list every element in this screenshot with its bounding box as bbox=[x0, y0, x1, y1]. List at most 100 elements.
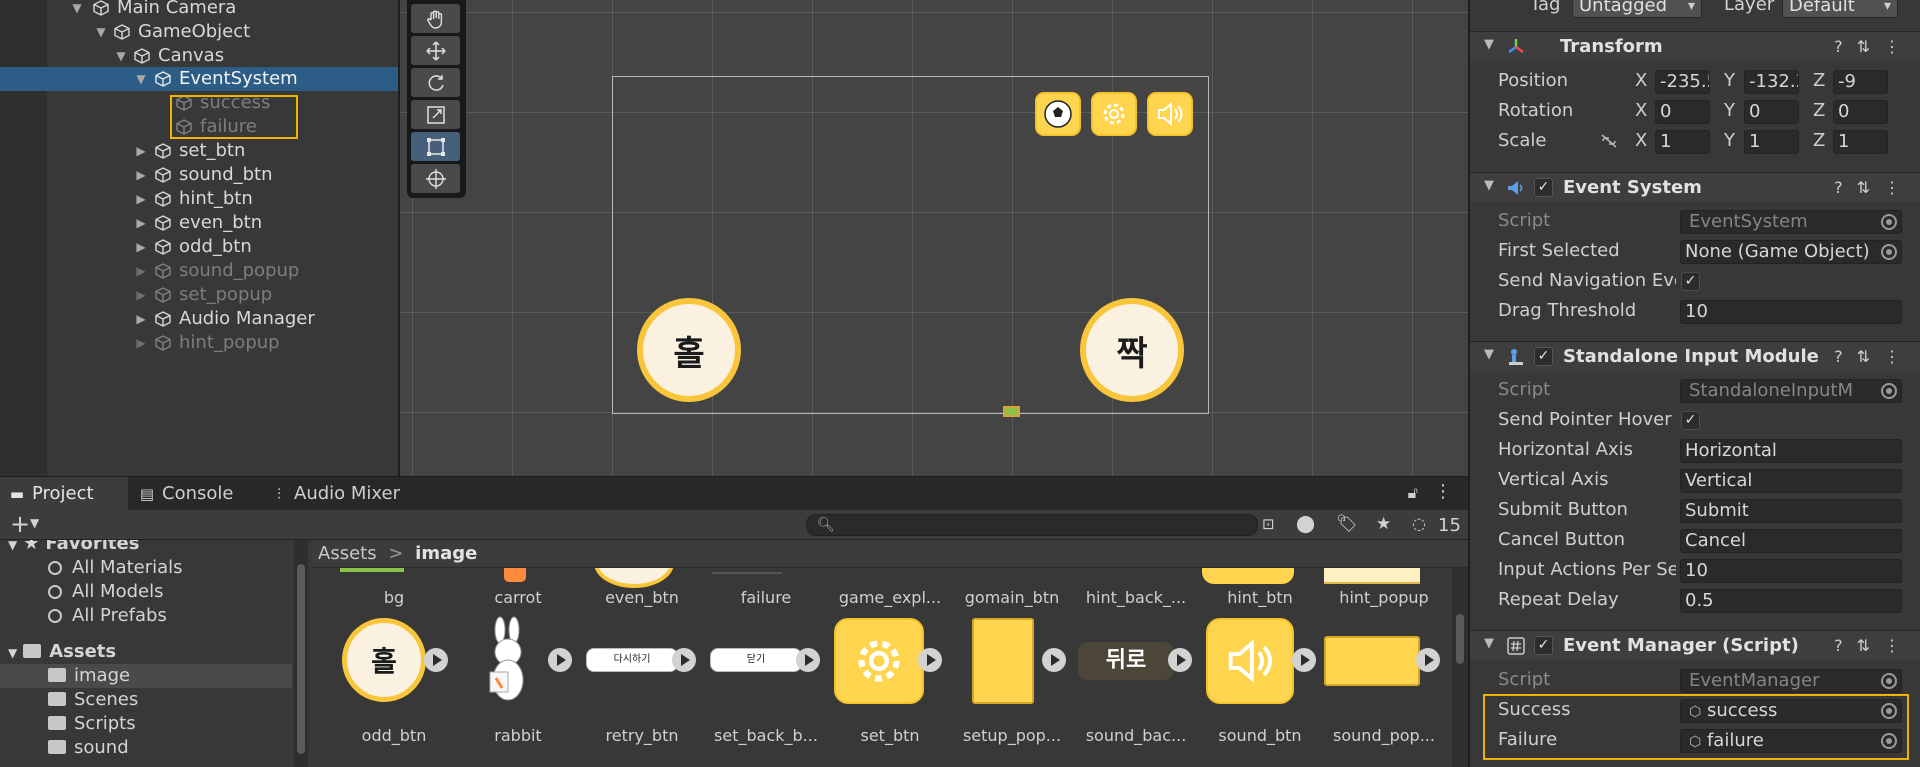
event-system-header[interactable]: ▼ ✓ Event System ? ⇅ ⋮ bbox=[1470, 172, 1920, 202]
fold-arrow-icon[interactable]: ▼ bbox=[1484, 636, 1494, 651]
asset-label[interactable]: sound_pop... bbox=[1324, 726, 1444, 745]
transform-tool-button[interactable] bbox=[411, 164, 460, 193]
asset-thumb-hint-btn[interactable] bbox=[1202, 568, 1294, 584]
asset-label[interactable]: sound_btn bbox=[1200, 726, 1320, 745]
hierarchy-item-hint-popup[interactable]: ▶ hint_popup bbox=[0, 331, 398, 355]
asset-thumb-set-back-btn[interactable]: 닫기 bbox=[710, 648, 802, 672]
position-x-field[interactable]: -235.5 bbox=[1655, 70, 1710, 94]
tab-console[interactable]: ▤ Console bbox=[130, 477, 260, 511]
folder-scripts[interactable]: Scripts bbox=[0, 712, 292, 736]
play-preview-icon[interactable] bbox=[796, 648, 820, 672]
help-icon[interactable]: ? bbox=[1834, 636, 1843, 655]
scene-soccer-button[interactable] bbox=[1035, 92, 1081, 136]
asset-thumb-failure[interactable] bbox=[712, 568, 782, 574]
send-navigation-checkbox[interactable]: ✓ bbox=[1681, 272, 1700, 291]
scale-z-field[interactable]: 1 bbox=[1833, 130, 1888, 154]
fold-arrow-icon[interactable]: ▼ bbox=[1484, 347, 1494, 362]
play-preview-icon[interactable] bbox=[1168, 648, 1192, 672]
scene-view[interactable]: 홀 짝 bbox=[400, 0, 1468, 476]
asset-thumb-sound-popup[interactable] bbox=[1324, 636, 1420, 686]
play-preview-icon[interactable] bbox=[1292, 648, 1316, 672]
fold-arrow-icon[interactable]: ▼ bbox=[1484, 37, 1494, 52]
kebab-menu-icon[interactable]: ⋮ bbox=[1884, 636, 1900, 655]
asset-label[interactable]: hint_btn bbox=[1200, 588, 1320, 607]
asset-thumb-odd-btn[interactable]: 홀 bbox=[342, 618, 426, 702]
standalone-input-header[interactable]: ▼ ✓ Standalone Input Module ? ⇅ ⋮ bbox=[1470, 341, 1920, 371]
help-icon[interactable]: ? bbox=[1834, 178, 1843, 197]
play-preview-icon[interactable] bbox=[424, 648, 448, 672]
hierarchy-item-set-popup[interactable]: ▶ set_popup bbox=[0, 283, 398, 307]
folder-tree-scrollbar[interactable] bbox=[294, 540, 308, 767]
scale-x-field[interactable]: 1 bbox=[1655, 130, 1710, 154]
asset-thumb-retry-btn[interactable]: 다시하기 bbox=[586, 648, 678, 672]
asset-label[interactable]: set_btn bbox=[830, 726, 950, 745]
breadcrumb-image[interactable]: image bbox=[415, 543, 477, 564]
lock-icon[interactable]: 🔓︎ bbox=[1408, 483, 1418, 503]
expand-arrow-icon[interactable]: ▶ bbox=[134, 139, 148, 163]
hierarchy-item-failure[interactable]: failure bbox=[0, 115, 398, 139]
preset-icon[interactable]: ⇅ bbox=[1857, 347, 1870, 366]
hierarchy-item-sound-popup[interactable]: ▶ sound_popup bbox=[0, 259, 398, 283]
position-z-field[interactable]: -9 bbox=[1833, 70, 1888, 94]
asset-thumb-even-btn[interactable] bbox=[594, 568, 674, 588]
preset-icon[interactable]: ⇅ bbox=[1857, 178, 1870, 197]
rotation-z-field[interactable]: 0 bbox=[1833, 100, 1888, 124]
constrain-link-icon[interactable] bbox=[1600, 133, 1618, 149]
hidden-packages-icon[interactable]: ◌ bbox=[1412, 514, 1426, 533]
expand-arrow-icon[interactable]: ▶ bbox=[134, 187, 148, 211]
kebab-menu-icon[interactable]: ⋮ bbox=[1884, 347, 1900, 366]
asset-label[interactable]: hint_back_... bbox=[1076, 588, 1196, 607]
filter-by-type-icon[interactable]: ⬤ bbox=[1296, 514, 1315, 534]
tag-dropdown[interactable]: Untagged bbox=[1572, 0, 1702, 18]
object-picker-icon[interactable] bbox=[1881, 673, 1897, 689]
asset-label[interactable]: bg bbox=[334, 588, 454, 607]
expand-arrow-icon[interactable]: ▼ bbox=[8, 540, 17, 552]
rotate-tool-button[interactable] bbox=[411, 68, 460, 97]
scale-y-field[interactable]: 1 bbox=[1744, 130, 1799, 154]
expand-arrow-icon[interactable]: ▼ bbox=[8, 646, 17, 660]
asset-label[interactable]: odd_btn bbox=[334, 726, 454, 745]
scale-tool-button[interactable] bbox=[411, 100, 460, 129]
object-picker-icon[interactable] bbox=[1881, 214, 1897, 230]
preset-icon[interactable]: ⇅ bbox=[1857, 636, 1870, 655]
kebab-menu-icon[interactable]: ⋮ bbox=[1884, 37, 1900, 56]
position-y-field[interactable]: -132.3 bbox=[1744, 70, 1799, 94]
hierarchy-item-success[interactable]: success bbox=[0, 91, 398, 115]
hierarchy-item-main-camera[interactable]: ▼ Main Camera bbox=[0, 0, 398, 20]
tab-project[interactable]: ▬ Project bbox=[0, 477, 128, 511]
asset-label[interactable]: retry_btn bbox=[582, 726, 702, 745]
hierarchy-item-even-btn[interactable]: ▶ even_btn bbox=[0, 211, 398, 235]
expand-arrow-icon[interactable]: ▼ bbox=[134, 67, 148, 91]
scrollbar-thumb[interactable] bbox=[297, 564, 305, 754]
add-asset-button[interactable]: + bbox=[10, 510, 30, 538]
first-selected-field[interactable]: None (Game Object) bbox=[1680, 240, 1902, 264]
play-preview-icon[interactable] bbox=[548, 648, 572, 672]
asset-thumb-rabbit[interactable] bbox=[478, 616, 538, 704]
cancel-button-field[interactable]: Cancel bbox=[1680, 529, 1902, 553]
rect-anchor-handle[interactable] bbox=[1003, 406, 1020, 417]
fold-arrow-icon[interactable]: ▼ bbox=[1484, 178, 1494, 193]
asset-label[interactable]: setup_pop... bbox=[952, 726, 1072, 745]
expand-arrow-icon[interactable]: ▼ bbox=[94, 20, 108, 44]
scene-odd-button[interactable]: 홀 bbox=[637, 298, 741, 402]
asset-label[interactable]: game_expl... bbox=[830, 588, 950, 607]
hierarchy-item-canvas[interactable]: ▼ Canvas bbox=[0, 44, 398, 68]
folder-scenes[interactable]: Scenes bbox=[0, 688, 292, 712]
asset-label[interactable]: even_btn bbox=[582, 588, 702, 607]
scrollbar-thumb[interactable] bbox=[1456, 614, 1464, 664]
horizontal-axis-field[interactable]: Horizontal bbox=[1680, 439, 1902, 463]
layer-dropdown[interactable]: Default bbox=[1782, 0, 1898, 18]
asset-label[interactable]: gomain_btn bbox=[952, 588, 1072, 607]
object-picker-icon[interactable] bbox=[1881, 244, 1897, 260]
kebab-menu-icon[interactable]: ⋮ bbox=[1884, 178, 1900, 197]
asset-thumb-carrot[interactable] bbox=[504, 568, 526, 582]
vertical-axis-field[interactable]: Vertical bbox=[1680, 469, 1902, 493]
hierarchy-item-eventsystem[interactable]: ▼ EventSystem bbox=[0, 67, 398, 91]
preset-icon[interactable]: ⇅ bbox=[1857, 37, 1870, 56]
rect-tool-button[interactable] bbox=[411, 132, 460, 161]
help-icon[interactable]: ? bbox=[1834, 347, 1843, 366]
move-tool-button[interactable] bbox=[411, 36, 460, 65]
tab-audio-mixer[interactable]: ⫶ Audio Mixer bbox=[262, 477, 412, 511]
favorite-all-materials[interactable]: All Materials bbox=[0, 556, 292, 580]
play-preview-icon[interactable] bbox=[672, 648, 696, 672]
